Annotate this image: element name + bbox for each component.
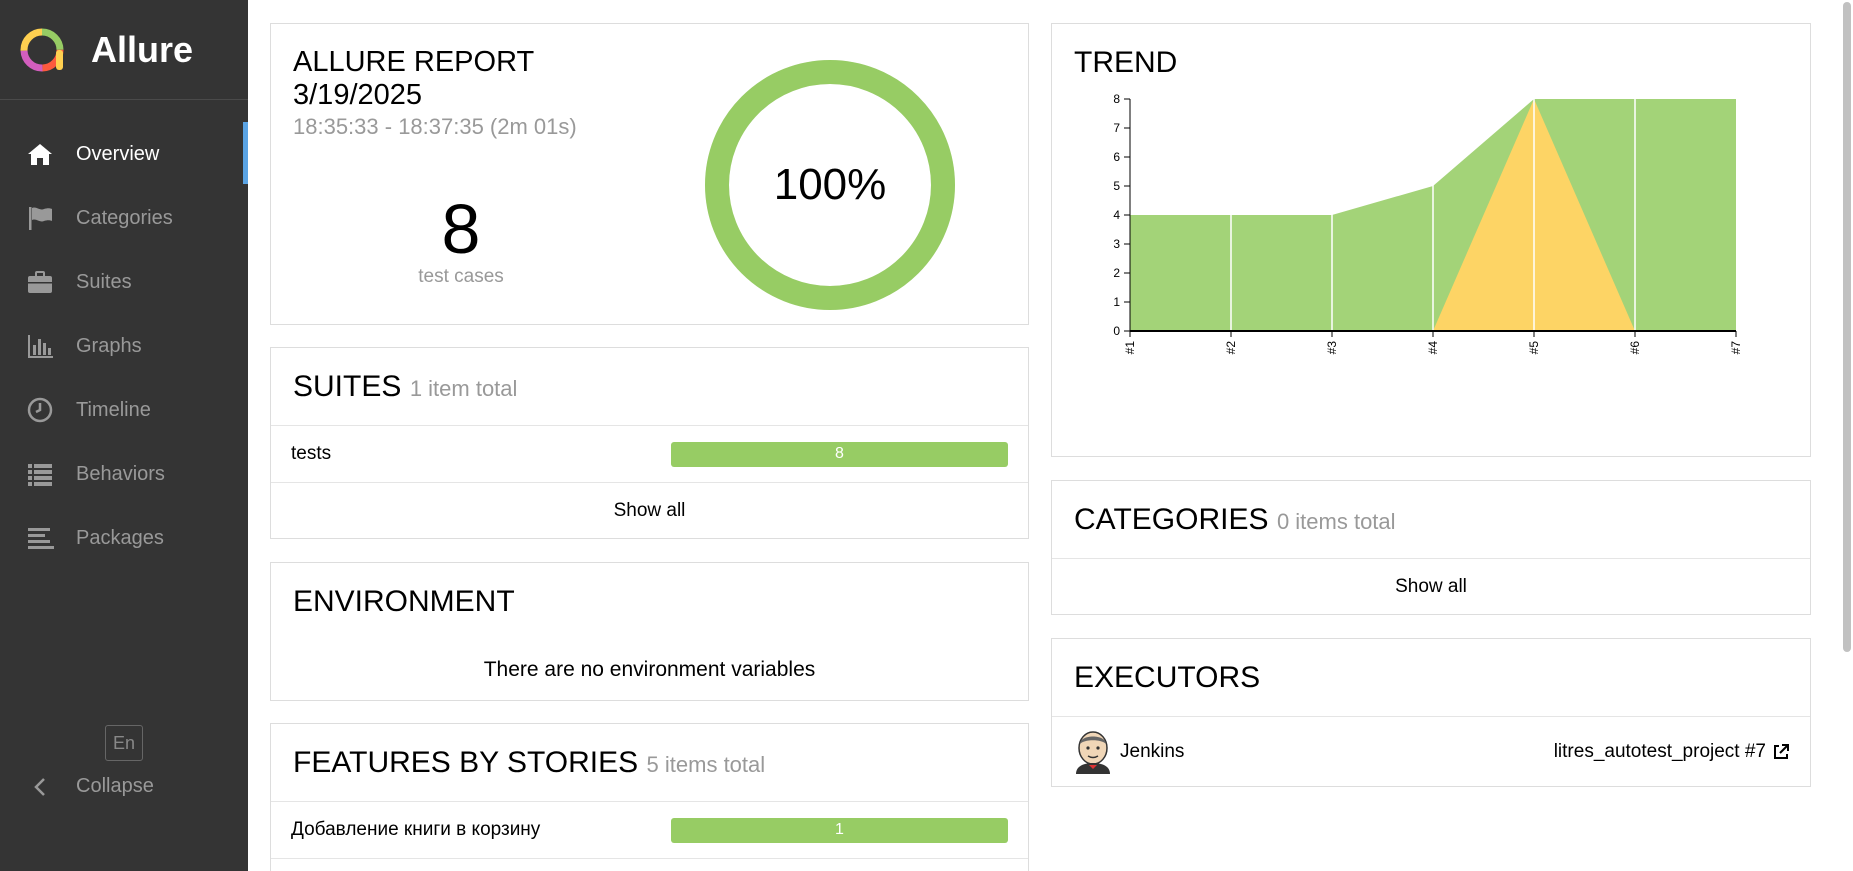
trend-chart[interactable]: 0 1 2 3 4 5 6 7 8 #1 #2 #3 #4 #5 #6 #7: [1052, 24, 1812, 458]
sidebar-item-label: Categories: [76, 206, 173, 229]
suites-header: SUITES 1 item total: [271, 348, 1028, 426]
categories-show-all-button[interactable]: Show all: [1052, 559, 1810, 615]
summary-widget: ALLURE REPORT 3/19/2025 18:35:33 - 18:37…: [270, 23, 1029, 325]
trend-y-tick-label: 6: [1113, 150, 1120, 164]
sidebar-item-suites[interactable]: Suites: [0, 250, 248, 314]
report-date: 3/19/2025: [293, 79, 423, 111]
feature-row[interactable]: Добавление книги в корзину 1: [271, 802, 1028, 859]
sidebar-item-label: Overview: [76, 142, 160, 165]
page-scrollbar[interactable]: [1843, 2, 1851, 652]
collapse-button[interactable]: Collapse: [25, 775, 154, 798]
trend-x-tick-label: #4: [1426, 341, 1440, 355]
trend-y-tick-label: 3: [1113, 237, 1120, 251]
executors-title: EXECUTORS: [1074, 661, 1261, 694]
report-title: ALLURE REPORT 3/19/2025: [293, 46, 613, 112]
trend-x-tick-label: #1: [1123, 341, 1137, 355]
brand-name: Allure: [91, 28, 194, 70]
clock-icon: [25, 395, 55, 425]
features-widget: FEATURES BY STORIES 5 items total Добавл…: [270, 723, 1029, 871]
external-link-icon: [1774, 744, 1789, 759]
executors-header: EXECUTORS: [1052, 639, 1810, 717]
categories-title: CATEGORIES: [1074, 503, 1269, 536]
features-header: FEATURES BY STORIES 5 items total: [271, 724, 1028, 802]
brand[interactable]: Allure: [0, 0, 248, 100]
trend-widget: TREND 0 1 2 3 4 5 6 7 8 #1 #2 #3 #4 #5 #6 #7: [1051, 23, 1811, 457]
trend-x-tick-label: #3: [1325, 341, 1339, 355]
trend-y-tick-label: 5: [1113, 179, 1120, 193]
jenkins-avatar-icon: [1076, 731, 1110, 774]
sidebar-item-packages[interactable]: Packages: [0, 506, 248, 570]
sidebar-item-graphs[interactable]: Graphs: [0, 314, 248, 378]
executor-name: Jenkins: [1120, 741, 1185, 762]
environment-title: ENVIRONMENT: [293, 585, 515, 618]
sidebar-item-label: Suites: [76, 270, 132, 293]
align-left-icon: [25, 523, 55, 553]
collapse-label: Collapse: [76, 775, 154, 797]
trend-y-tick-label: 7: [1113, 121, 1120, 135]
trend-x-tick-label: #6: [1628, 341, 1642, 355]
environment-widget: ENVIRONMENT There are no environment var…: [270, 562, 1029, 701]
flag-icon: [25, 203, 55, 233]
features-count: 5 items total: [646, 752, 766, 777]
suites-widget: SUITES 1 item total tests 8 Show all: [270, 347, 1029, 539]
suites-count: 1 item total: [409, 376, 518, 401]
sidebar-item-label: Behaviors: [76, 462, 165, 485]
trend-y-tick-label: 4: [1113, 208, 1120, 222]
report-title-name: ALLURE REPORT: [293, 46, 535, 78]
feature-name: Добавление книги в корзину: [291, 819, 541, 840]
success-rate-percent: 100%: [773, 160, 887, 209]
suite-row[interactable]: tests 8: [271, 426, 1028, 483]
features-title: FEATURES BY STORIES: [293, 746, 639, 779]
sidebar-item-categories[interactable]: Categories: [0, 186, 248, 250]
trend-y-tick-label: 2: [1113, 266, 1120, 280]
test-case-count: 8: [441, 190, 481, 268]
suite-status-bar: 8: [671, 441, 1008, 467]
trend-x-tick-label: #7: [1729, 341, 1743, 355]
test-case-label: test cases: [418, 266, 504, 287]
report-time-range: 18:35:33 - 18:37:35 (2m 01s): [293, 114, 577, 139]
executors-widget: EXECUTORS Jenkins litres_autotest_projec…: [1051, 638, 1811, 787]
sidebar-item-overview[interactable]: Overview: [0, 122, 248, 186]
sidebar-item-label: Packages: [76, 526, 164, 549]
sidebar-item-timeline[interactable]: Timeline: [0, 378, 248, 442]
trend-y-tick-label: 0: [1113, 324, 1120, 338]
trend-x-tick-label: #5: [1527, 341, 1541, 355]
sidebar-item-label: Graphs: [76, 334, 142, 357]
categories-count: 0 items total: [1276, 509, 1396, 534]
main-content: ALLURE REPORT 3/19/2025 18:35:33 - 18:37…: [248, 0, 1853, 871]
executor-build-label: litres_autotest_project #7: [1553, 741, 1766, 762]
suites-show-all-button[interactable]: Show all: [271, 483, 1028, 539]
bar-chart-icon: [25, 331, 55, 361]
categories-header: CATEGORIES 0 items total: [1052, 481, 1810, 559]
feature-status-bar: 1: [671, 817, 1008, 843]
sidebar-item-label: Timeline: [76, 398, 151, 421]
suite-name: tests: [291, 443, 332, 464]
categories-widget: CATEGORIES 0 items total Show all: [1051, 480, 1811, 615]
executor-row: Jenkins litres_autotest_project #7: [1052, 717, 1810, 787]
environment-empty-message: There are no environment variables: [483, 658, 816, 681]
allure-logo-icon: [20, 28, 64, 71]
trend-y-tick-label: 8: [1113, 92, 1120, 106]
suites-title: SUITES: [293, 370, 402, 403]
briefcase-icon: [25, 267, 55, 297]
home-icon: [25, 139, 55, 169]
chevron-left-icon: [25, 777, 55, 797]
allure-report-app: Allure Overview Categories Suites Graphs…: [0, 0, 1853, 871]
sidebar-item-behaviors[interactable]: Behaviors: [0, 442, 248, 506]
executor-build-link[interactable]: litres_autotest_project #7: [1554, 741, 1790, 763]
trend-y-tick-label: 1: [1113, 295, 1120, 309]
sidebar: Allure Overview Categories Suites Graphs…: [0, 0, 248, 871]
list-icon: [25, 459, 55, 489]
language-button[interactable]: En: [105, 725, 143, 761]
sidebar-nav: Overview Categories Suites Graphs Timeli…: [0, 122, 248, 570]
trend-x-tick-label: #2: [1224, 341, 1238, 355]
